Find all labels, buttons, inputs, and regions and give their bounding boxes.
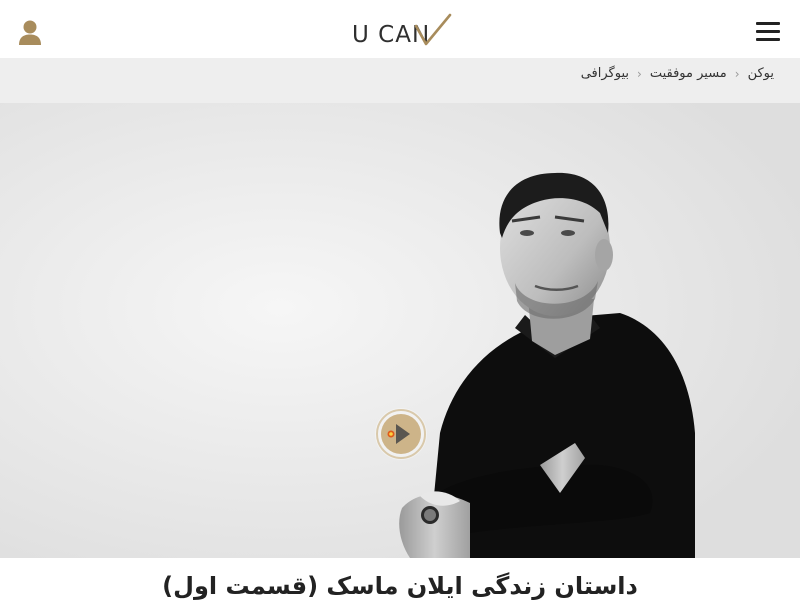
user-icon <box>19 20 41 45</box>
menu-bar-bottom <box>756 38 780 41</box>
user-account-button[interactable] <box>14 18 48 48</box>
breadcrumb: یوکن ‹ مسیر موفقیت ‹ بیوگرافی <box>581 66 774 81</box>
logo-checkmark-icon <box>414 13 452 46</box>
breadcrumb-item-biography: بیوگرافی <box>580 66 629 81</box>
play-button[interactable] <box>374 407 428 461</box>
play-icon <box>375 408 427 460</box>
menu-bar-top <box>756 22 780 25</box>
chevron-left-icon: ‹ <box>637 66 642 81</box>
hero-image <box>0 103 800 558</box>
site-header: U CAN <box>0 0 800 58</box>
breadcrumb-item-success-path[interactable]: مسیر موفقیت <box>650 66 727 81</box>
chevron-left-icon: ‹ <box>734 66 740 81</box>
breadcrumb-bar: یوکن ‹ مسیر موفقیت ‹ بیوگرافی <box>0 58 800 103</box>
breadcrumb-item-home[interactable]: یوکن <box>748 66 774 81</box>
hero-video[interactable] <box>0 103 800 558</box>
site-logo[interactable]: U CAN <box>344 8 456 52</box>
hamburger-menu-button[interactable] <box>756 22 784 46</box>
menu-bar-middle <box>756 30 780 33</box>
article-title: داستان زندگی ایلان ماسک (قسمت اول) <box>162 572 638 600</box>
